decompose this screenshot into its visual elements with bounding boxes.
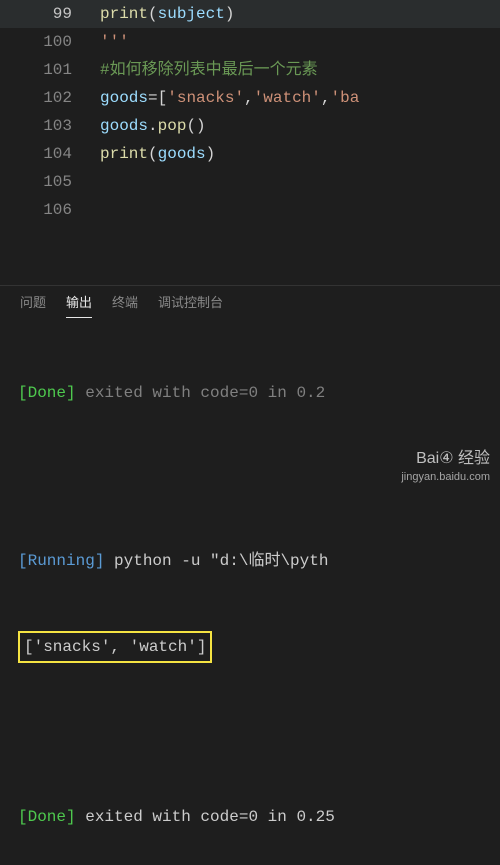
- highlighted-output: ['snacks', 'watch']: [18, 631, 212, 663]
- code-content: [100, 168, 500, 196]
- code-line[interactable]: 103goods.pop(): [0, 112, 500, 140]
- code-content: goods.pop(): [100, 112, 500, 140]
- code-content: goods=['snacks','watch','ba: [100, 84, 500, 112]
- code-content: print(goods): [100, 140, 500, 168]
- code-line[interactable]: 106: [0, 196, 500, 224]
- output-line: [18, 719, 482, 747]
- code-line[interactable]: 104print(goods): [0, 140, 500, 168]
- line-number: 103: [0, 112, 100, 140]
- line-number: 101: [0, 56, 100, 84]
- line-number: 106: [0, 196, 100, 224]
- code-line[interactable]: 101#如何移除列表中最后一个元素: [0, 56, 500, 84]
- code-line[interactable]: 100''': [0, 28, 500, 56]
- output-line: [Done] exited with code=0 in 0.25: [18, 803, 482, 831]
- output-line: [Done] exited with code=0 in 0.2: [18, 379, 482, 407]
- line-number: 99: [0, 0, 100, 28]
- code-content: ''': [100, 28, 500, 56]
- line-number: 105: [0, 168, 100, 196]
- tab-output[interactable]: 输出: [66, 286, 92, 318]
- watermark-url: jingyan.baidu.com: [401, 468, 490, 486]
- tab-debug-console[interactable]: 调试控制台: [158, 286, 223, 317]
- code-content: [100, 196, 500, 224]
- code-content: print(subject): [100, 0, 500, 28]
- line-number: 102: [0, 84, 100, 112]
- tab-terminal[interactable]: 终端: [112, 286, 138, 317]
- line-number: 104: [0, 140, 100, 168]
- output-line: [Running] python -u "d:\临时\pyth: [18, 547, 482, 575]
- output-line: ['snacks', 'watch']: [18, 631, 482, 663]
- panel-tabs: 问题 输出 终端 调试控制台: [0, 285, 500, 317]
- code-editor[interactable]: 99print(subject)100'''101#如何移除列表中最后一个元素1…: [0, 0, 500, 285]
- code-line[interactable]: 105: [0, 168, 500, 196]
- code-line[interactable]: 99print(subject): [0, 0, 500, 28]
- watermark-brand: Bai④ 经验: [401, 450, 490, 468]
- code-line[interactable]: 102goods=['snacks','watch','ba: [0, 84, 500, 112]
- output-panel[interactable]: [Done] exited with code=0 in 0.2 [Runnin…: [0, 317, 500, 865]
- watermark: Bai④ 经验 jingyan.baidu.com: [401, 450, 490, 486]
- code-content: #如何移除列表中最后一个元素: [100, 56, 500, 84]
- line-number: 100: [0, 28, 100, 56]
- tab-problems[interactable]: 问题: [20, 286, 46, 317]
